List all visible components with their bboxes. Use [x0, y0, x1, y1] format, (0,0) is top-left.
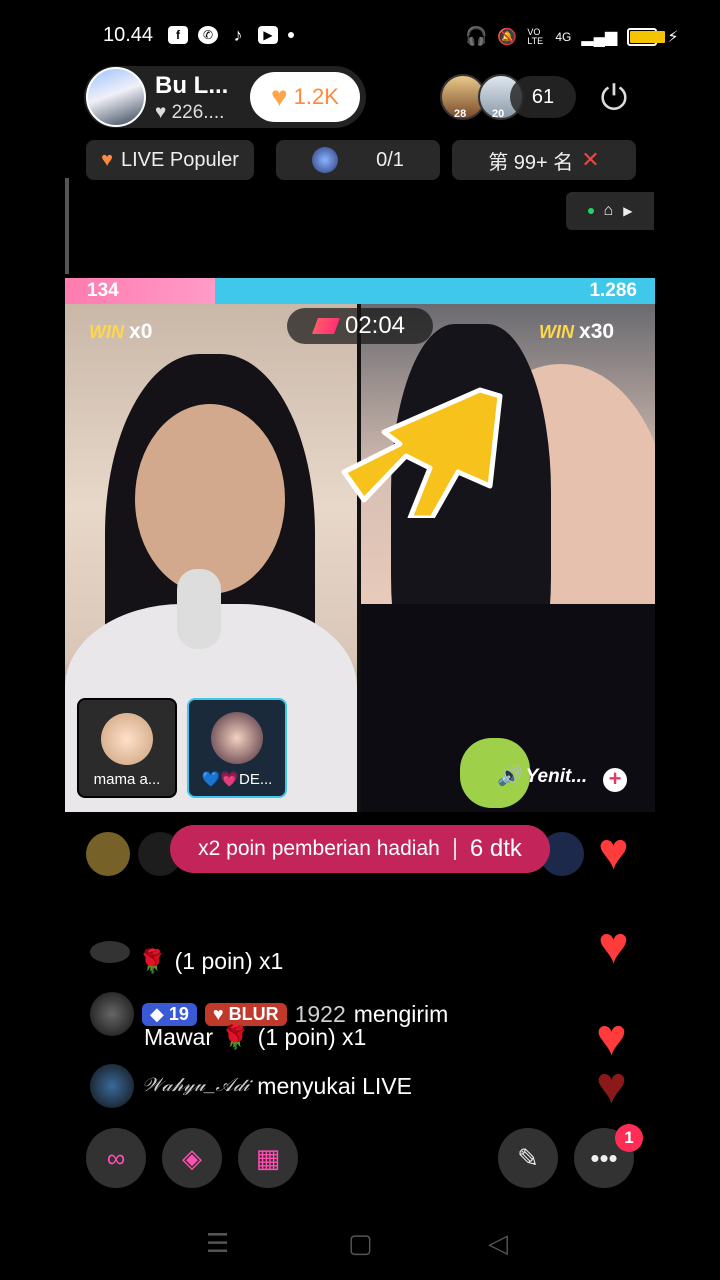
home-nav-icon[interactable]: ▢	[348, 1228, 373, 1259]
fan-club-name: BLUR	[228, 1003, 279, 1024]
fan-club-badge: ♥ BLUR	[204, 1002, 287, 1026]
chat-text: (1 poin) x1	[257, 1024, 367, 1050]
back-nav-icon[interactable]: ◁	[488, 1228, 508, 1259]
more-notifications-dot	[288, 32, 294, 38]
arrow-sticker	[341, 387, 503, 518]
battle-invite-icon[interactable]: ◈	[162, 1128, 222, 1188]
win-label: WIN	[89, 322, 124, 342]
network-label: 4G	[555, 29, 572, 44]
battle-icon	[312, 318, 340, 334]
facebook-icon: f	[168, 26, 188, 44]
power-icon[interactable]: ⏻	[592, 76, 636, 120]
volte-icon: VO LTE	[527, 26, 544, 46]
host-likes: ♥ 226....	[155, 102, 225, 123]
chat-message-cont: Mawar 🌹 (1 poin) x1	[144, 1024, 366, 1051]
chat-avatar[interactable]	[90, 992, 134, 1036]
viewer-count[interactable]: 61	[510, 76, 576, 118]
signal-icon: ▂▄▆	[581, 28, 618, 46]
live-popular-chip[interactable]: ♥ LIVE Populer	[86, 140, 254, 180]
cohost-avatar	[101, 713, 153, 765]
level-value: 19	[168, 1003, 189, 1024]
youtube-icon: ▶	[258, 26, 278, 44]
like-button[interactable]: ♥ 1.2K	[250, 72, 360, 122]
like-count: 1.2K	[293, 84, 339, 109]
bonus-countdown: 6 dtk	[469, 835, 522, 862]
match-badge-icon	[312, 147, 339, 173]
match-progress-chip[interactable]: 0/1	[276, 140, 440, 180]
status-time: 10.44	[103, 24, 154, 46]
cohost-name: 💙💗DE...	[201, 771, 273, 788]
chat-action: mengirim	[353, 1000, 449, 1027]
whatsapp-icon: ✆	[198, 26, 218, 44]
score-left: 134	[87, 280, 119, 301]
chat-message: 🌹 (1 poin) x1	[90, 940, 284, 975]
status-system-icons: 🎧 🔕 VO LTE 4G ▂▄▆ ⚡	[465, 26, 679, 47]
rose-icon: 🌹	[138, 948, 167, 974]
cohost-card[interactable]: mama a...	[77, 698, 177, 798]
online-dot	[587, 208, 594, 214]
viewer-avatar[interactable]	[86, 832, 130, 876]
rose-icon: 🌹	[221, 1024, 250, 1050]
host-likes-value: 226....	[171, 102, 225, 123]
microphone-icon	[177, 569, 221, 649]
score-right: 1.286	[589, 280, 637, 301]
link-icon[interactable]: ∞	[86, 1128, 146, 1188]
battery-icon	[627, 27, 665, 46]
chat-message: 𝒲𝒶𝒽𝓎𝓊_𝒜𝒹𝒾 menyukai LIVE	[90, 1064, 412, 1108]
heart-icon: ♥	[598, 917, 629, 975]
cohost-card[interactable]: 💙💗DE...	[187, 698, 287, 798]
play-icon[interactable]: ▶	[623, 204, 632, 218]
chat-text: (1 poin) x1	[174, 948, 284, 974]
banner-separator	[453, 838, 456, 860]
rank-trophy-icon: ✕	[581, 147, 600, 172]
follow-plus-icon[interactable]: +	[603, 768, 627, 792]
mini-controls[interactable]: ⌂ ▶	[566, 192, 654, 230]
cohost-avatar	[211, 712, 263, 764]
timer-value: 02:04	[344, 312, 406, 339]
heart-icon: ♥	[271, 81, 288, 112]
win-label: WIN	[539, 322, 574, 342]
win-streak-left: WIN x0	[89, 320, 152, 344]
menu-nav-icon[interactable]: ☰	[206, 1228, 229, 1259]
notification-badge: 1	[615, 1124, 643, 1152]
battle-area: 134 1.286 WIN x0 WIN x30 02:04 mama a...…	[65, 278, 655, 812]
tiktok-icon: ♪	[233, 24, 243, 45]
heart-icon: ♥	[598, 823, 629, 881]
heart-icon: ♥	[101, 148, 113, 171]
chat-username[interactable]: 𝒲𝒶𝒽𝓎𝓊_𝒜𝒹𝒾	[142, 1075, 249, 1097]
scroll-indicator	[65, 178, 69, 274]
apps-grid-icon[interactable]: ▦	[238, 1128, 298, 1188]
video-figure	[135, 404, 285, 594]
rank-chip[interactable]: 第 99+ 名 ✕	[452, 140, 636, 180]
headphones-icon: 🎧	[465, 26, 488, 46]
heart-icon: ♥	[596, 1057, 627, 1115]
rank-label: 第 99+ 名	[488, 151, 574, 174]
win-streak-right: WIN x30	[539, 320, 614, 344]
live-popular-label: LIVE Populer	[121, 148, 239, 171]
level-badge: ◆ 19	[142, 1002, 197, 1026]
host-name[interactable]: Bu L...	[155, 72, 228, 100]
win-left-count: x0	[129, 320, 153, 343]
status-app-icons: f ✆ ♪ ▶	[168, 24, 294, 45]
chat-avatar[interactable]	[90, 940, 130, 963]
host-avatar[interactable]	[86, 67, 146, 127]
chat-gift-name: Mawar	[144, 1024, 214, 1050]
charging-icon: ⚡	[667, 28, 679, 46]
battle-timer: 02:04	[287, 308, 433, 344]
mute-icon: 🔕	[497, 28, 518, 46]
sound-label[interactable]: 🔊 Yenit...	[497, 764, 587, 788]
home-icon[interactable]: ⌂	[604, 202, 614, 220]
match-progress: 0/1	[376, 148, 404, 171]
chat-action: menyukai LIVE	[257, 1072, 412, 1099]
win-right-count: x30	[579, 320, 615, 343]
chat-avatar[interactable]	[90, 1064, 134, 1108]
status-bar: 10.44 f ✆ ♪ ▶ 🎧 🔕 VO LTE 4G ▂▄▆ ⚡	[0, 0, 720, 72]
bonus-points-banner: x2 poin pemberian hadiah 6 dtk	[170, 825, 550, 873]
magic-wand-icon[interactable]: ✎	[498, 1128, 558, 1188]
sound-name: Yenit...	[525, 766, 588, 787]
top-viewers[interactable]: 28 20	[440, 74, 524, 120]
cohost-name: mama a...	[93, 771, 161, 788]
bonus-text: x2 poin pemberian hadiah	[198, 837, 440, 860]
